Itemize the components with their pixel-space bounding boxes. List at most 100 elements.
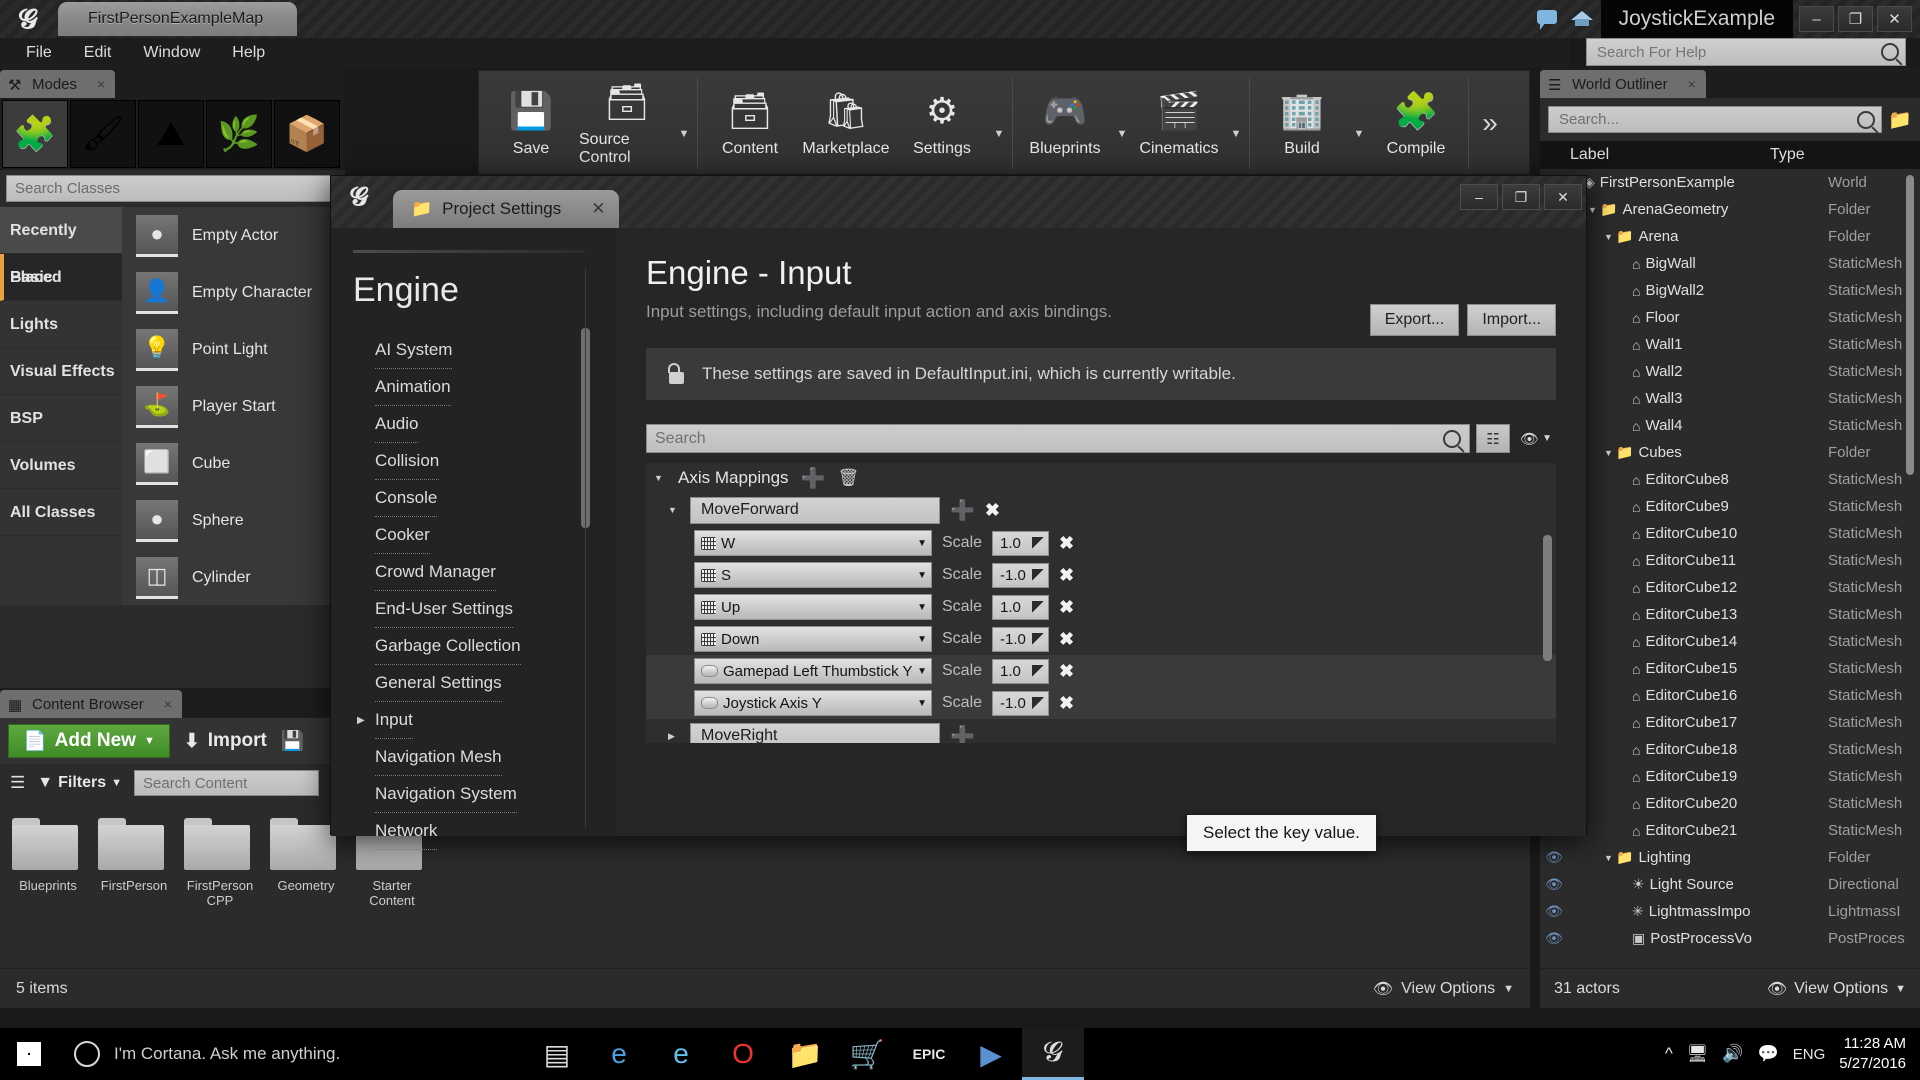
delete-all-axis-mappings-icon[interactable]: 🗑: [837, 468, 859, 488]
category-lights[interactable]: Lights: [0, 301, 122, 348]
toolbar-settings-button[interactable]: ⚙ Settings: [894, 77, 990, 169]
tab-project-settings[interactable]: 📁 Project Settings ✕: [393, 190, 620, 228]
folder-item[interactable]: FirstPerson: [98, 818, 170, 908]
list-item[interactable]: 💡 Point Light: [122, 321, 345, 378]
nav-item-console[interactable]: Console: [353, 480, 616, 517]
remove-binding-icon[interactable]: ✖: [1059, 629, 1074, 650]
toolbar-marketplace-button[interactable]: 🛍 Marketplace: [798, 77, 894, 169]
expander-icon[interactable]: ▼: [1588, 205, 1600, 215]
nav-item-general-settings[interactable]: General Settings: [353, 665, 616, 702]
nav-item-network[interactable]: Network: [353, 813, 616, 850]
menu-file[interactable]: File: [10, 38, 68, 68]
edge-button[interactable]: e: [588, 1028, 650, 1080]
nav-item-end-user-settings[interactable]: End-User Settings: [353, 591, 616, 628]
remove-binding-icon[interactable]: ✖: [1059, 693, 1074, 714]
tab-world-outliner[interactable]: ☰ World Outliner ×: [1540, 70, 1706, 98]
settings-search-box[interactable]: Search: [646, 424, 1470, 453]
table-row[interactable]: ⌂ Wall4 StaticMesh: [1540, 412, 1920, 439]
scale-value-field[interactable]: 1.0: [992, 594, 1050, 620]
scale-value-field[interactable]: -1.0: [992, 626, 1050, 652]
volume-icon[interactable]: 🔊: [1722, 1044, 1743, 1064]
list-item[interactable]: ● Sphere: [122, 492, 345, 549]
remove-binding-icon[interactable]: ✖: [1059, 565, 1074, 586]
table-row[interactable]: ⌂ EditorCube19 StaticMesh: [1540, 763, 1920, 790]
toolbar-save-button[interactable]: 💾 Save: [483, 77, 579, 169]
category-bsp[interactable]: BSP: [0, 395, 122, 442]
table-row[interactable]: ⌂ EditorCube14 StaticMesh: [1540, 628, 1920, 655]
internet-explorer-button[interactable]: e: [650, 1028, 712, 1080]
list-item[interactable]: ⛳ Player Start: [122, 378, 345, 435]
spinner-icon[interactable]: [1032, 569, 1045, 581]
list-item[interactable]: 👤 Empty Character: [122, 264, 345, 321]
key-select[interactable]: Down ▼: [694, 626, 932, 652]
close-icon[interactable]: ×: [1688, 76, 1696, 92]
table-row[interactable]: 👁 ☀ Light Source Directional: [1540, 871, 1920, 898]
key-select[interactable]: Joystick Axis Y ▼: [694, 690, 932, 716]
table-row[interactable]: ◈ FirstPersonExample World: [1540, 169, 1920, 196]
view-mode-button[interactable]: ☷: [1476, 424, 1510, 453]
export-button[interactable]: Export...: [1369, 304, 1460, 336]
content-view-options-button[interactable]: 👁 View Options ▼: [1373, 979, 1514, 999]
map-tab[interactable]: FirstPersonExampleMap: [58, 2, 298, 36]
table-row[interactable]: ⌂ Wall3 StaticMesh: [1540, 385, 1920, 412]
table-row[interactable]: ⌂ EditorCube16 StaticMesh: [1540, 682, 1920, 709]
scale-value-field[interactable]: -1.0: [992, 562, 1050, 588]
create-folder-icon[interactable]: 📁: [1888, 108, 1912, 132]
table-row[interactable]: 👁⌂EditorCube21StaticMesh: [1540, 817, 1920, 844]
paint-mode-button[interactable]: 🖌: [70, 100, 136, 168]
table-row[interactable]: ⌂ EditorCube10 StaticMesh: [1540, 520, 1920, 547]
cinematics-dropdown-icon[interactable]: ▼: [1227, 128, 1245, 140]
table-row[interactable]: 👁 ▣ PostProcessVo PostProces: [1540, 925, 1920, 952]
network-icon[interactable]: 🖥: [1687, 1044, 1709, 1064]
minimize-button[interactable]: –: [1799, 6, 1834, 32]
expander-icon[interactable]: ▼: [1604, 448, 1616, 458]
opera-button[interactable]: O: [712, 1028, 774, 1080]
outliner-search-box[interactable]: Search...: [1548, 106, 1883, 133]
nav-item-input[interactable]: ▶ Input: [353, 702, 616, 739]
table-row[interactable]: ▼ 📁 ArenaGeometry Folder: [1540, 196, 1920, 223]
epic-games-button[interactable]: EPIC: [898, 1028, 960, 1080]
foliage-mode-button[interactable]: 🌿: [206, 100, 272, 168]
expander-icon[interactable]: ▶: [668, 731, 680, 742]
tab-content-browser[interactable]: ▦ Content Browser ×: [0, 690, 182, 718]
table-row[interactable]: ⌂ EditorCube9 StaticMesh: [1540, 493, 1920, 520]
table-row[interactable]: 👁⌂EditorCube20StaticMesh: [1540, 790, 1920, 817]
nav-item-collision[interactable]: Collision: [353, 443, 616, 480]
visibility-eye-icon[interactable]: 👁: [1540, 876, 1568, 893]
category-recently-placed[interactable]: Recently Placed: [0, 207, 122, 286]
search-classes-box[interactable]: Search Classes: [6, 175, 339, 202]
show-hidden-icons-icon[interactable]: ^: [1665, 1044, 1673, 1064]
toolbar-compile-button[interactable]: 🧩 Compile: [1368, 77, 1464, 169]
list-item[interactable]: ● Empty Actor: [122, 207, 345, 264]
visibility-eye-icon[interactable]: 👁: [1540, 930, 1568, 947]
expander-icon[interactable]: ▼: [654, 473, 666, 483]
table-row[interactable]: ▼ 📁 Arena Folder: [1540, 223, 1920, 250]
import-button[interactable]: Import...: [1467, 304, 1556, 336]
toolbar-blueprints-button[interactable]: 🎮 Blueprints: [1017, 77, 1113, 169]
import-button[interactable]: ⬇ Import: [184, 730, 267, 753]
visibility-eye-icon[interactable]: 👁: [1540, 849, 1568, 866]
save-all-button[interactable]: 💾: [281, 729, 305, 753]
remove-binding-icon[interactable]: ✖: [1059, 533, 1074, 554]
toolbar-overflow-icon[interactable]: »: [1469, 107, 1511, 139]
close-icon[interactable]: ✕: [591, 199, 605, 219]
add-binding-icon[interactable]: ➕: [950, 498, 975, 523]
toolbar-source-control-button[interactable]: 🗃 Source Control: [579, 77, 675, 169]
nav-item-navigation-mesh[interactable]: Navigation Mesh: [353, 739, 616, 776]
spinner-icon[interactable]: [1032, 601, 1045, 613]
spinner-icon[interactable]: [1032, 633, 1045, 645]
key-select[interactable]: Gamepad Left Thumbstick Y-Axis ▼: [694, 658, 932, 684]
source-control-dropdown-icon[interactable]: ▼: [675, 128, 693, 140]
menu-help[interactable]: Help: [216, 38, 281, 68]
action-center-icon[interactable]: 💬: [1758, 1044, 1779, 1064]
folder-item[interactable]: Blueprints: [12, 818, 84, 908]
clock[interactable]: 11:28 AM 5/27/2016: [1839, 1034, 1906, 1074]
scale-value-field[interactable]: 1.0: [992, 658, 1050, 684]
list-item[interactable]: ⬜ Cube: [122, 435, 345, 492]
remove-axis-icon[interactable]: ✖: [985, 500, 1000, 521]
nav-item-cooker[interactable]: Cooker: [353, 517, 616, 554]
nav-item-navigation-system[interactable]: Navigation System: [353, 776, 616, 813]
column-type[interactable]: Type: [1770, 146, 1805, 164]
table-row[interactable]: ⌂ Wall2 StaticMesh: [1540, 358, 1920, 385]
table-row[interactable]: ⌂ EditorCube11 StaticMesh: [1540, 547, 1920, 574]
